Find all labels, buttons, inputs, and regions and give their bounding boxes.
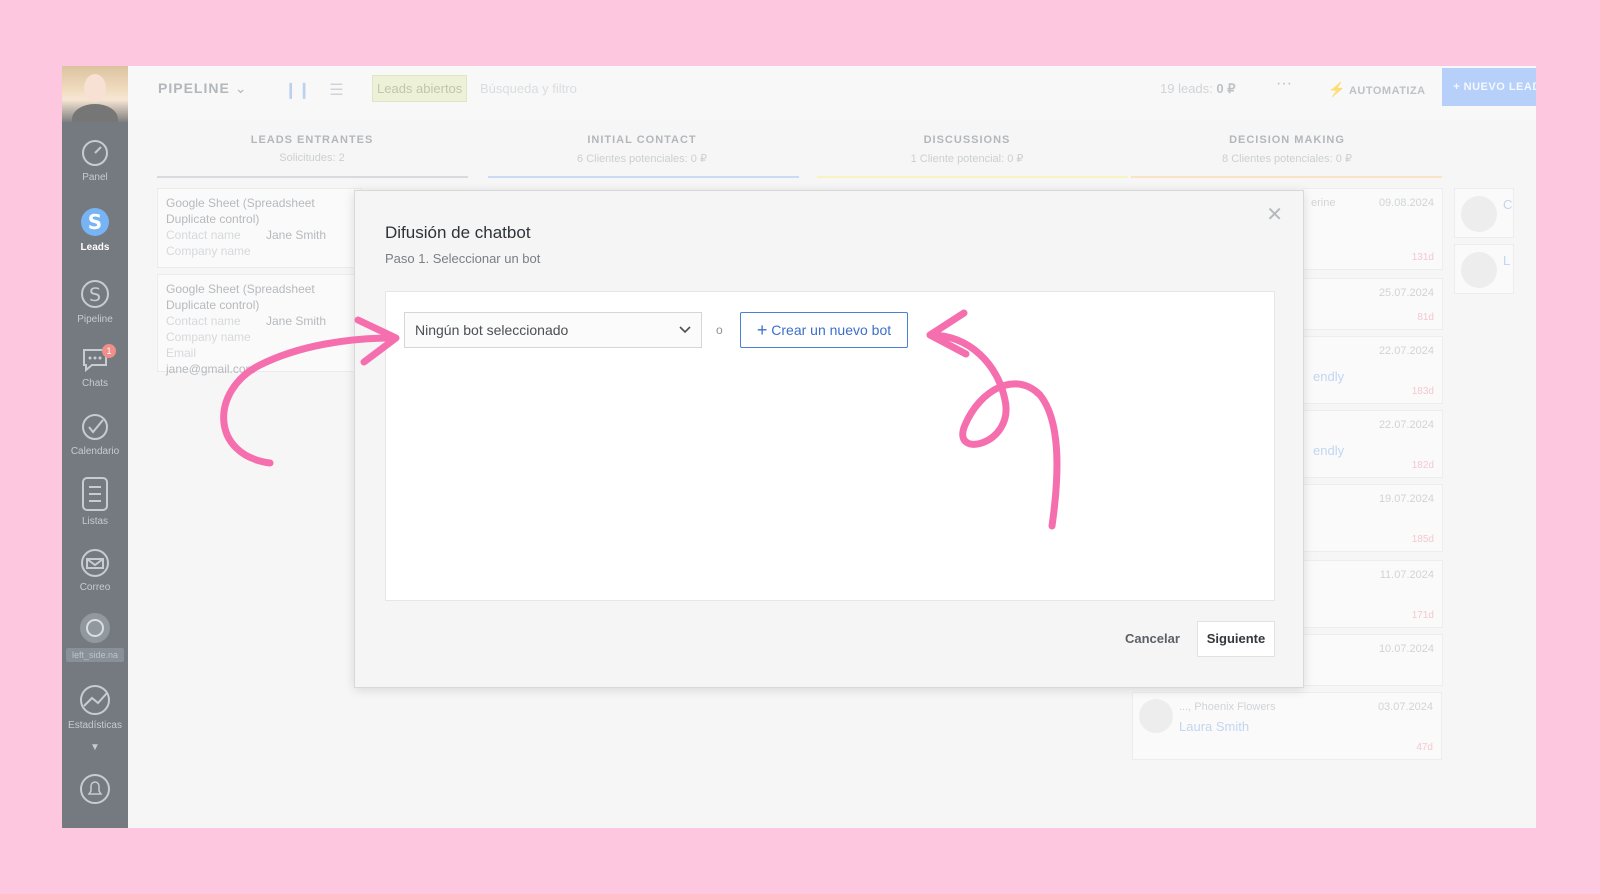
or-separator: o (716, 323, 723, 337)
chatbot-broadcast-modal: ✕ Difusión de chatbot Paso 1. Selecciona… (354, 190, 1304, 688)
close-icon[interactable]: ✕ (1266, 205, 1283, 225)
plus-icon: + (756, 320, 768, 340)
modal-title: Difusión de chatbot (385, 223, 531, 242)
create-new-bot-label: Crear un nuevo bot (771, 322, 892, 338)
bot-select-value: Ningún bot seleccionado (415, 322, 569, 338)
bot-select-dropdown[interactable]: Ningún bot seleccionado (404, 312, 702, 348)
chevron-down-icon (679, 313, 691, 359)
create-new-bot-button[interactable]: + Crear un nuevo bot (740, 312, 908, 348)
modal-step-subtitle: Paso 1. Seleccionar un bot (385, 251, 541, 266)
next-button[interactable]: Siguiente (1197, 621, 1275, 657)
cancel-button[interactable]: Cancelar (1125, 631, 1180, 646)
crm-app-window: Panel S Leads S Pipeline 1 Chats Calenda… (62, 66, 1536, 828)
bot-selection-panel: Ningún bot seleccionado o + Crear un nue… (385, 291, 1275, 601)
